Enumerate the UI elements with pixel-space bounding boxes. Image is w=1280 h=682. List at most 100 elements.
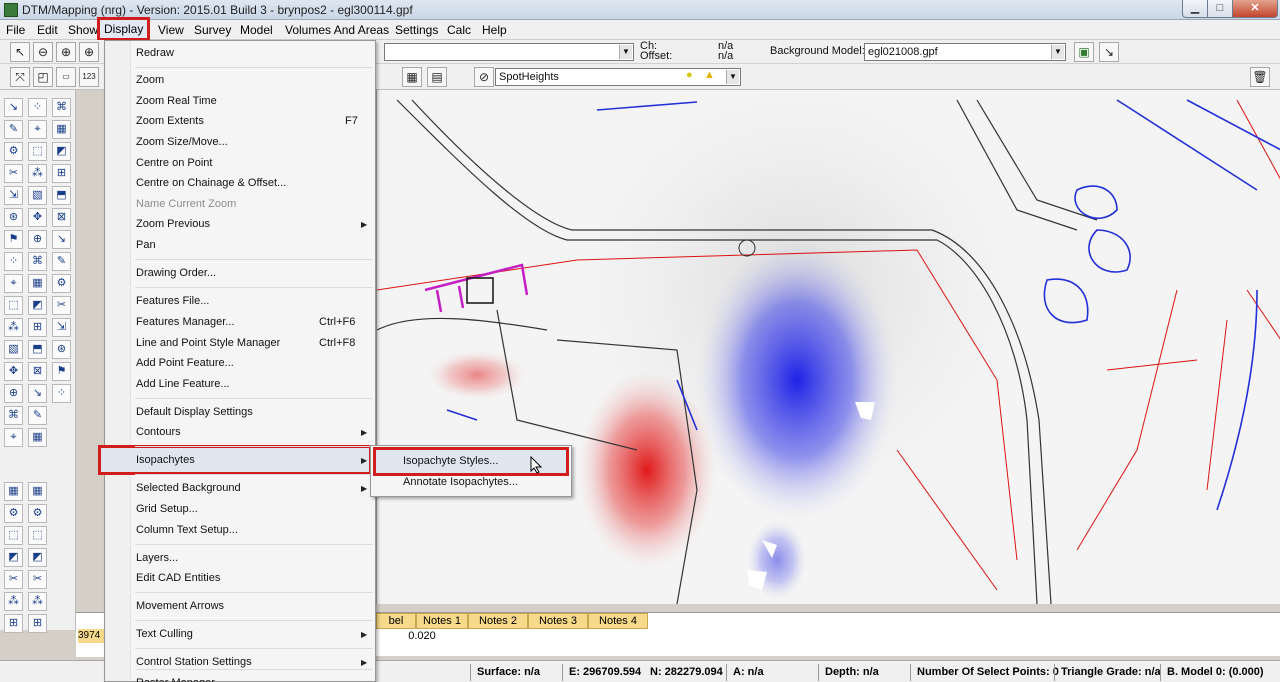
close-button[interactable]: ✕ <box>1232 0 1278 18</box>
palette-tool-icon[interactable]: ⬒ <box>52 186 71 205</box>
menu-file[interactable]: File <box>6 23 25 37</box>
menu-model[interactable]: Model <box>240 23 273 37</box>
palette-tool-icon[interactable]: ✂ <box>28 570 47 589</box>
menu-item-grid-setup[interactable]: Grid Setup... <box>136 503 198 515</box>
palette-tool-icon[interactable]: ⊠ <box>28 362 47 381</box>
menu-help[interactable]: Help <box>482 23 507 37</box>
palette-tool-icon[interactable]: ✎ <box>52 252 71 271</box>
palette-tool-icon[interactable]: ⁂ <box>4 592 23 611</box>
palette-tool-icon[interactable]: ▦ <box>28 274 47 293</box>
grid-header[interactable]: Notes 4 <box>588 613 648 629</box>
grid-icon[interactable]: ▦ <box>402 67 422 87</box>
model-icon[interactable]: ▣ <box>1074 42 1094 62</box>
palette-tool-icon[interactable]: ⁂ <box>4 318 23 337</box>
palette-tool-icon[interactable]: ◩ <box>52 142 71 161</box>
menu-item-zoom-previous[interactable]: Zoom Previous <box>136 218 210 230</box>
menu-item-add-line-feature[interactable]: Add Line Feature... <box>136 378 230 390</box>
maximize-button[interactable]: □ <box>1207 0 1233 18</box>
menu-item-add-point-feature[interactable]: Add Point Feature... <box>136 357 234 369</box>
menu-settings[interactable]: Settings <box>395 23 438 37</box>
palette-tool-icon[interactable]: ✎ <box>28 406 47 425</box>
menu-edit[interactable]: Edit <box>37 23 58 37</box>
menu-item-zoom-size-move[interactable]: Zoom Size/Move... <box>136 136 228 148</box>
menu-item-centre-on-point[interactable]: Centre on Point <box>136 157 212 169</box>
palette-tool-icon[interactable]: ⚙ <box>28 504 47 523</box>
menu-volumes-and-areas[interactable]: Volumes And Areas <box>285 23 389 37</box>
palette-tool-icon[interactable]: ⁂ <box>28 164 47 183</box>
menu-item-raster-manager[interactable]: Raster Manager... <box>136 677 223 682</box>
palette-tool-icon[interactable]: ⁂ <box>28 592 47 611</box>
background-model-select[interactable]: egl021008.gpf ▼ <box>864 43 1066 61</box>
grid-header[interactable]: bel <box>376 613 416 629</box>
palette-tool-icon[interactable]: ⚑ <box>52 362 71 381</box>
zoom-window-icon[interactable]: ⊕ <box>79 42 99 62</box>
palette-tool-icon[interactable]: ✂ <box>4 570 23 589</box>
table-icon[interactable]: ▤ <box>427 67 447 87</box>
palette-tool-icon[interactable]: ⊕ <box>4 384 23 403</box>
palette-tool-icon[interactable]: ⌘ <box>4 406 23 425</box>
palette-tool-icon[interactable]: ▦ <box>28 428 47 447</box>
layer-dropdown[interactable]: ▼ <box>384 43 634 61</box>
grid-header[interactable]: Notes 1 <box>416 613 468 629</box>
palette-tool-icon[interactable]: ▦ <box>52 120 71 139</box>
grid-header[interactable]: Notes 2 <box>468 613 528 629</box>
xyz-icon[interactable]: ▭ <box>56 67 76 87</box>
menu-item-selected-background[interactable]: Selected Background <box>136 482 241 494</box>
menu-item-line-and-point-style-manager[interactable]: Line and Point Style Manager <box>136 337 280 349</box>
palette-tool-icon[interactable]: ▧ <box>4 340 23 359</box>
menu-item-default-display-settings[interactable]: Default Display Settings <box>136 406 253 418</box>
arrow-icon[interactable]: ↘ <box>1099 42 1119 62</box>
palette-tool-icon[interactable]: ⊕ <box>28 230 47 249</box>
camera-icon[interactable]: ◰ <box>33 67 53 87</box>
number-icon[interactable]: 123 <box>79 67 99 87</box>
menu-view[interactable]: View <box>158 23 184 37</box>
palette-tool-icon[interactable]: ⁘ <box>4 252 23 271</box>
menu-item-zoom-extents[interactable]: Zoom Extents <box>136 115 204 127</box>
menu-item-redraw[interactable]: Redraw <box>136 47 174 59</box>
palette-tool-icon[interactable]: ⇲ <box>52 318 71 337</box>
palette-tool-icon[interactable]: ✎ <box>4 120 23 139</box>
menu-item-features-manager[interactable]: Features Manager... <box>136 316 234 328</box>
menu-item-edit-cad-entities[interactable]: Edit CAD Entities <box>136 572 220 584</box>
palette-tool-icon[interactable]: ⬒ <box>28 340 47 359</box>
palette-tool-icon[interactable]: ⬚ <box>28 526 47 545</box>
pan-icon[interactable]: ⤧ <box>10 67 30 87</box>
grid-header[interactable]: Notes 3 <box>528 613 588 629</box>
menu-item-text-culling[interactable]: Text Culling <box>136 628 193 640</box>
palette-tool-icon[interactable]: ⚑ <box>4 230 23 249</box>
palette-tool-icon[interactable]: ↘ <box>4 98 23 117</box>
menu-item-column-text-setup[interactable]: Column Text Setup... <box>136 524 238 536</box>
palette-tool-icon[interactable]: ⌖ <box>4 274 23 293</box>
grid-cell[interactable]: 0.020 <box>396 629 448 644</box>
palette-tool-icon[interactable]: ⊞ <box>28 318 47 337</box>
menu-item-isopachyte-styles[interactable]: Isopachyte Styles... <box>403 455 498 467</box>
menu-item-centre-on-chainage-offset[interactable]: Centre on Chainage & Offset... <box>136 177 286 189</box>
menu-item-zoom-real-time[interactable]: Zoom Real Time <box>136 95 217 107</box>
menu-item-movement-arrows[interactable]: Movement Arrows <box>136 600 224 612</box>
zoom-out-icon[interactable]: ⊖ <box>33 42 53 62</box>
palette-tool-icon[interactable]: ⊞ <box>52 164 71 183</box>
palette-tool-icon[interactable]: ↘ <box>28 384 47 403</box>
select-arrow-icon[interactable]: ↖ <box>10 42 30 62</box>
zoom-in-icon[interactable]: ⊕ <box>56 42 76 62</box>
menu-item-contours[interactable]: Contours <box>136 426 181 438</box>
palette-tool-icon[interactable]: ⌖ <box>28 120 47 139</box>
menu-item-zoom[interactable]: Zoom <box>136 74 164 86</box>
palette-tool-icon[interactable]: ✥ <box>4 362 23 381</box>
menu-item-isopachytes[interactable]: Isopachytes <box>136 454 195 466</box>
map-canvas[interactable] <box>376 90 1280 604</box>
palette-tool-icon[interactable]: ⊛ <box>4 208 23 227</box>
palette-tool-icon[interactable]: ⬚ <box>28 142 47 161</box>
menu-item-layers[interactable]: Layers... <box>136 552 178 564</box>
minimize-button[interactable]: ▁ <box>1182 0 1208 18</box>
palette-tool-icon[interactable]: ⊞ <box>28 614 47 633</box>
palette-tool-icon[interactable]: ⬚ <box>4 296 23 315</box>
menu-item-control-station-settings[interactable]: Control Station Settings <box>136 656 252 668</box>
trash-icon[interactable]: 🗑 <box>1250 67 1270 87</box>
menu-item-features-file[interactable]: Features File... <box>136 295 209 307</box>
palette-tool-icon[interactable]: ⬚ <box>4 526 23 545</box>
palette-tool-icon[interactable]: ✥ <box>28 208 47 227</box>
palette-tool-icon[interactable]: ⌘ <box>28 252 47 271</box>
menu-survey[interactable]: Survey <box>194 23 231 37</box>
menu-calc[interactable]: Calc <box>447 23 471 37</box>
